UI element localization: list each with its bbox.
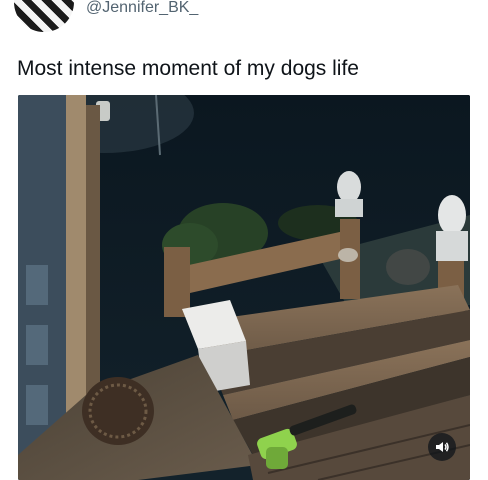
speaker-icon	[436, 442, 449, 452]
tweet-text: Most intense moment of my dogs life	[17, 57, 359, 80]
volume-button[interactable]	[428, 433, 456, 461]
author-handle[interactable]: @Jennifer_BK_	[86, 0, 198, 17]
video-frame	[18, 95, 470, 480]
avatar[interactable]	[14, 0, 74, 32]
video-player[interactable]	[18, 95, 470, 480]
